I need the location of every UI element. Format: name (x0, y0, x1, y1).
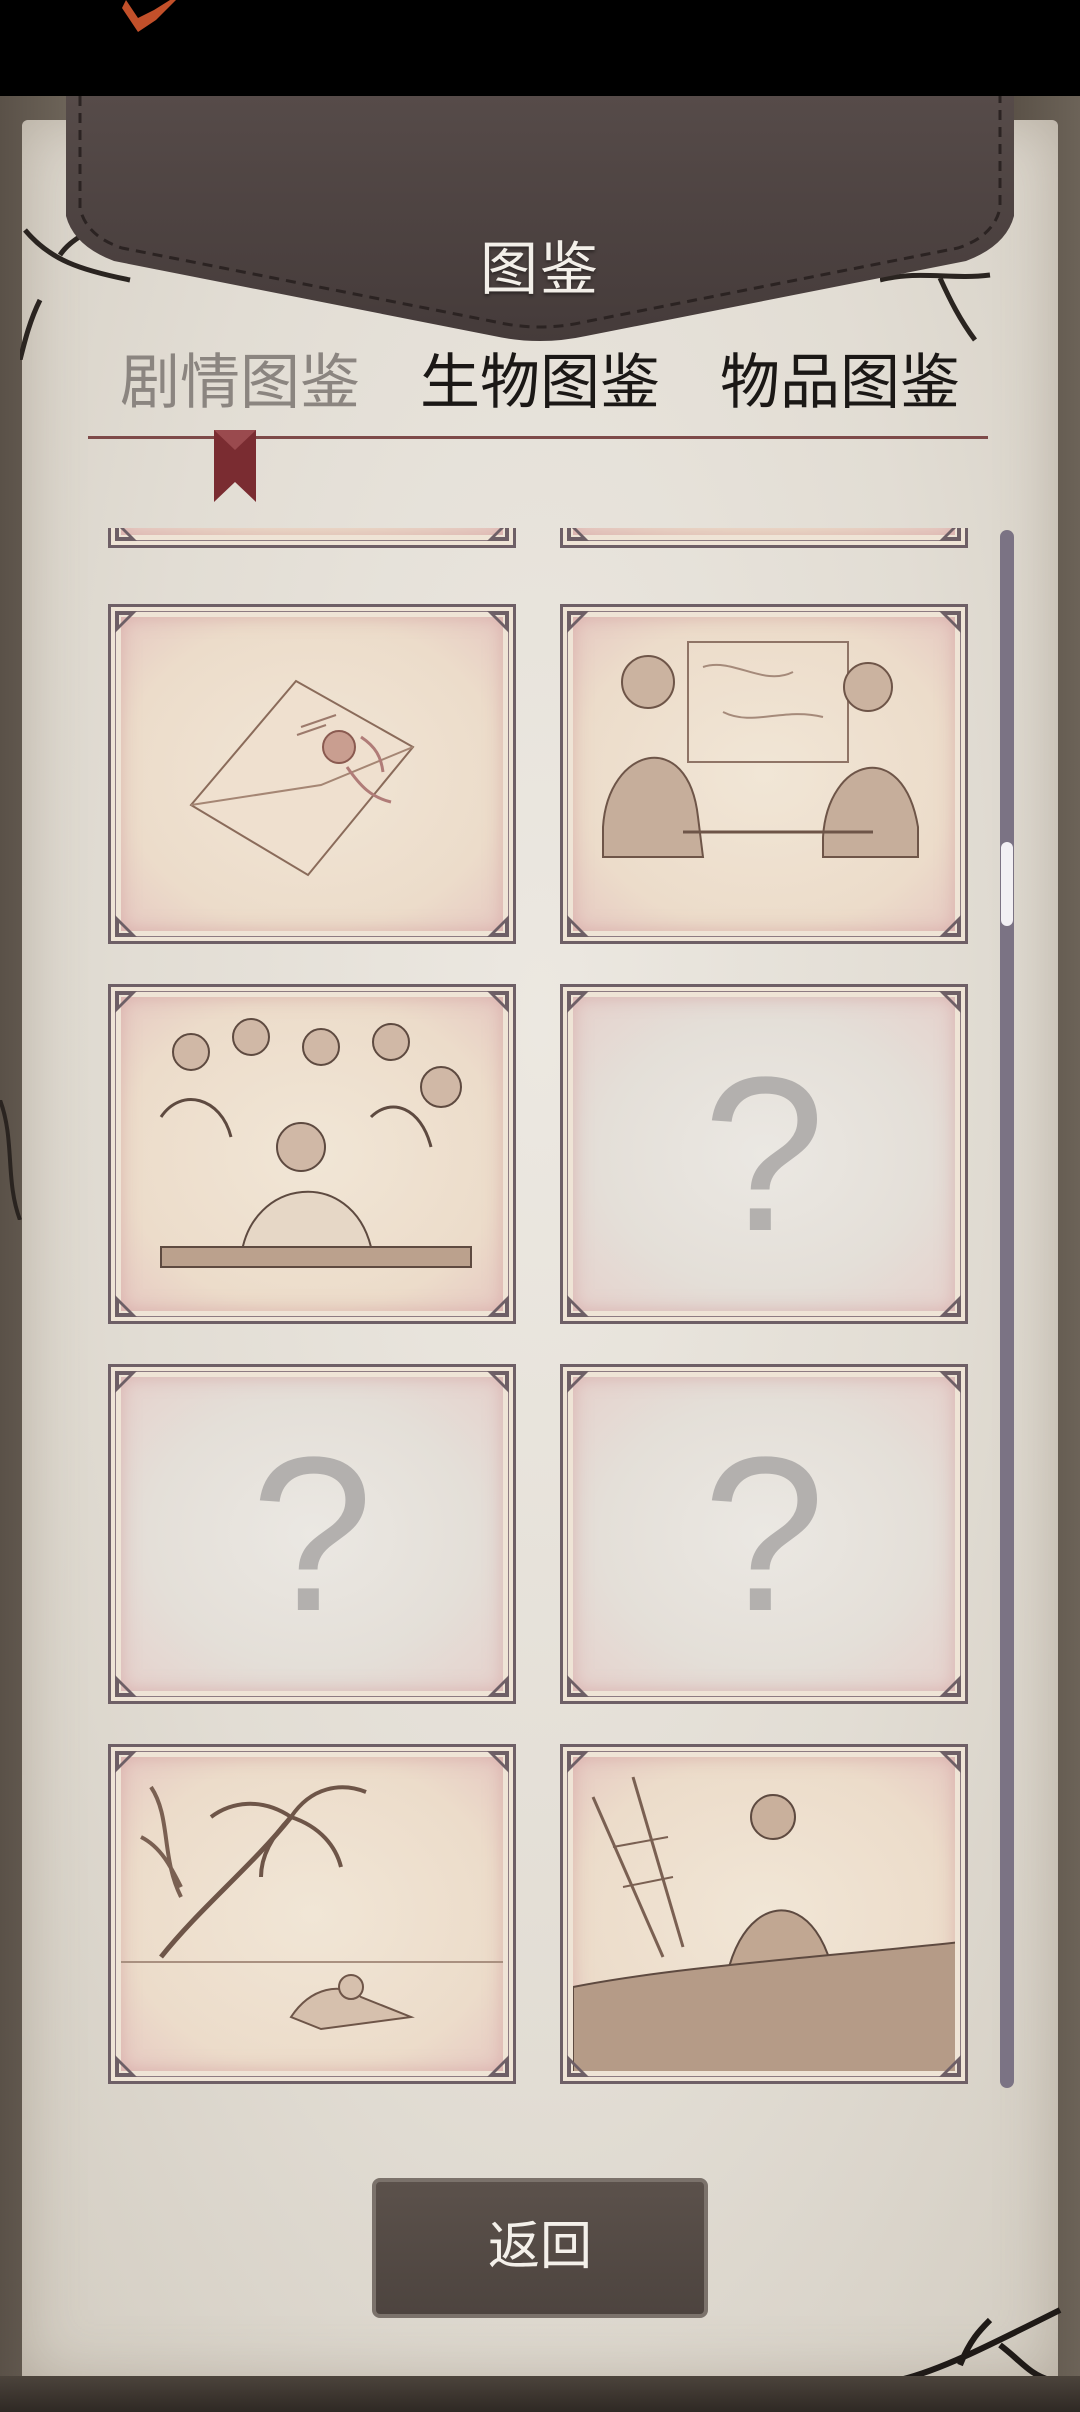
card-corner-ornament-icon (939, 915, 961, 937)
collection-card-locked[interactable]: ? (560, 1364, 968, 1704)
collection-card[interactable] (108, 1744, 516, 2084)
locked-question-mark: ? (702, 1030, 826, 1277)
card-corner-ornament-icon (939, 1371, 961, 1393)
castaway-on-beach-icon (121, 1785, 503, 2031)
card-corner-ornament-icon (567, 2055, 589, 2077)
card-corner-ornament-icon (487, 2055, 509, 2077)
card-corner-ornament-icon (567, 1751, 589, 1773)
active-tab-marker-icon (214, 430, 256, 502)
bottom-frame (0, 2376, 1080, 2412)
collection-card-locked[interactable]: ? (108, 1364, 516, 1704)
card-corner-ornament-icon (567, 1675, 589, 1697)
card-corner-ornament-icon (939, 611, 961, 633)
card-corner-ornament-icon (939, 2055, 961, 2077)
card-corner-ornament-icon (115, 611, 137, 633)
card-corner-ornament-icon (939, 528, 961, 541)
status-bar (0, 0, 1080, 96)
card-corner-ornament-icon (487, 1751, 509, 1773)
card-corner-ornament-icon (567, 528, 589, 541)
tab-bar: 剧情图鉴 生物图鉴 物品图鉴 (90, 338, 990, 428)
card-corner-ornament-icon (115, 1295, 137, 1317)
card-corner-ornament-icon (487, 1371, 509, 1393)
collection-card-locked[interactable]: ? (560, 984, 968, 1324)
page-title: 图鉴 (479, 235, 600, 303)
collection-card[interactable] (560, 528, 968, 548)
card-corner-ornament-icon (487, 1295, 509, 1317)
card-corner-ornament-icon (115, 1751, 137, 1773)
card-corner-ornament-icon (939, 1751, 961, 1773)
collection-grid[interactable]: ? ? ? (100, 528, 980, 2088)
card-corner-ornament-icon (115, 915, 137, 937)
back-button[interactable]: 返回 (372, 2178, 708, 2318)
tab-item-collection[interactable]: 物品图鉴 (690, 338, 990, 428)
card-corner-ornament-icon (939, 1295, 961, 1317)
locked-question-mark: ? (702, 1410, 826, 1657)
app-logo-icon (122, 0, 176, 32)
locked-question-mark: ? (250, 1410, 374, 1657)
card-corner-ornament-icon (567, 1295, 589, 1317)
title-banner (66, 96, 1014, 341)
men-at-table-with-map-icon (602, 641, 919, 858)
card-corner-ornament-icon (115, 1675, 137, 1697)
card-corner-ornament-icon (115, 528, 137, 541)
vine-decoration-icon (0, 1100, 22, 1220)
card-corner-ornament-icon (487, 1675, 509, 1697)
card-corner-ornament-icon (939, 991, 961, 1013)
scrollbar-track[interactable] (1000, 530, 1014, 2088)
collection-card[interactable] (108, 984, 516, 1324)
card-corner-ornament-icon (115, 991, 137, 1013)
scrollbar-thumb[interactable] (1001, 842, 1013, 926)
card-corner-ornament-icon (115, 1371, 137, 1393)
collection-card[interactable] (560, 1744, 968, 2084)
card-corner-ornament-icon (567, 611, 589, 633)
collection-card[interactable] (108, 604, 516, 944)
card-corner-ornament-icon (567, 1371, 589, 1393)
card-corner-ornament-icon (567, 915, 589, 937)
card-corner-ornament-icon (567, 991, 589, 1013)
man-on-ship-deck-icon (573, 1776, 955, 2071)
sealed-envelope-icon (189, 679, 415, 877)
tab-story-collection[interactable]: 剧情图鉴 (90, 338, 390, 428)
tab-creature-collection[interactable]: 生物图鉴 (390, 338, 690, 428)
card-corner-ornament-icon (487, 528, 509, 541)
collection-card[interactable] (108, 528, 516, 548)
card-corner-ornament-icon (487, 915, 509, 937)
crowded-tavern-icon (159, 1018, 472, 1268)
card-corner-ornament-icon (115, 2055, 137, 2077)
card-corner-ornament-icon (487, 991, 509, 1013)
card-corner-ornament-icon (939, 1675, 961, 1697)
card-corner-ornament-icon (487, 611, 509, 633)
collection-card[interactable] (560, 604, 968, 944)
